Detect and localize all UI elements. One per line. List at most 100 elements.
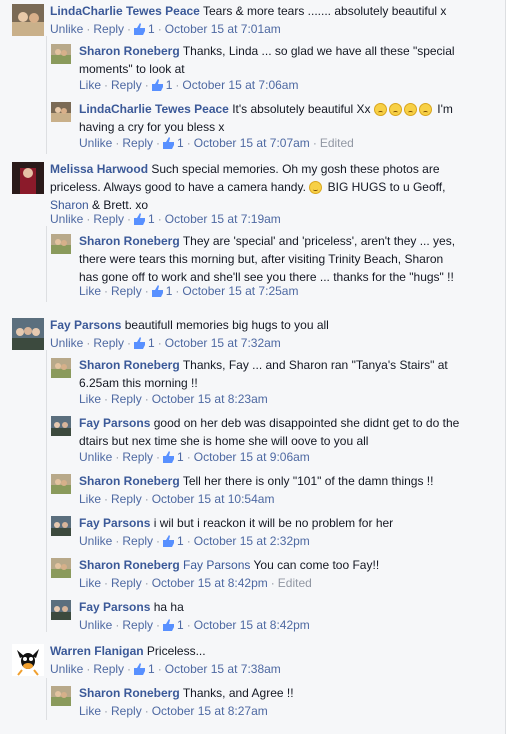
comment-text: good on her deb was disappointed she did… xyxy=(153,416,460,430)
author-name[interactable]: LindaCharlie Tewes Peace xyxy=(79,102,229,116)
avatar[interactable] xyxy=(51,44,71,64)
edited-label[interactable]: Edited xyxy=(320,136,354,150)
avatar[interactable] xyxy=(51,102,71,122)
author-name[interactable]: Fay Parsons xyxy=(79,516,150,530)
author-name[interactable]: Sharon Roneberg xyxy=(79,686,180,700)
comment-text: beautifull memories big hugs to you all xyxy=(124,318,329,332)
like-count[interactable]: 1 xyxy=(163,136,184,150)
author-name[interactable]: Sharon Roneberg xyxy=(79,474,180,488)
like-count[interactable]: 1 xyxy=(151,78,172,92)
unlike-link[interactable]: Unlike xyxy=(79,136,112,150)
like-link[interactable]: Like xyxy=(79,576,101,590)
like-link[interactable]: Like xyxy=(79,492,101,506)
comment-actions: Like · Reply · October 15 at 8:42pm · Edited xyxy=(79,576,312,590)
timestamp[interactable]: October 15 at 7:07am xyxy=(194,136,310,150)
comment-actions: Like · Reply · 1 · October 15 at 7:06am xyxy=(79,78,299,92)
reply-link[interactable]: Reply xyxy=(111,392,142,406)
timestamp[interactable]: October 15 at 7:01am xyxy=(165,22,281,36)
edited-label[interactable]: Edited xyxy=(278,576,312,590)
timestamp[interactable]: October 15 at 8:23am xyxy=(152,392,268,406)
unlike-link[interactable]: Unlike xyxy=(79,534,112,548)
comment-actions: Unlike · Reply · 1 · October 15 at 7:32am xyxy=(50,336,281,350)
reply-link[interactable]: Reply xyxy=(111,284,142,298)
comment-text-line2: dtairs but nex time she is home she will… xyxy=(79,434,369,448)
unlike-link[interactable]: Unlike xyxy=(50,212,83,226)
reply-link[interactable]: Reply xyxy=(122,136,153,150)
author-name[interactable]: Fay Parsons xyxy=(79,600,150,614)
author-name[interactable]: Fay Parsons xyxy=(79,416,150,430)
reply-link[interactable]: Reply xyxy=(111,78,142,92)
avatar[interactable] xyxy=(51,558,71,578)
like-count[interactable]: 1 xyxy=(163,450,184,464)
timestamp[interactable]: October 15 at 8:27am xyxy=(152,704,268,718)
like-count[interactable]: 1 xyxy=(163,618,184,632)
timestamp[interactable]: October 15 at 8:42pm xyxy=(152,576,268,590)
avatar[interactable] xyxy=(12,644,44,676)
reply-link[interactable]: Reply xyxy=(111,576,142,590)
tagged-user-link[interactable]: Sharon xyxy=(50,198,89,212)
thumbs-up-icon xyxy=(134,213,146,225)
avatar[interactable] xyxy=(51,234,71,254)
unlike-link[interactable]: Unlike xyxy=(50,336,83,350)
timestamp[interactable]: October 15 at 7:32am xyxy=(165,336,281,350)
author-name[interactable]: Warren Flanigan xyxy=(50,644,144,658)
comment-text: Thanks, Fay ... and Sharon ran "Tanya's … xyxy=(182,358,448,372)
timestamp[interactable]: October 15 at 8:42pm xyxy=(194,618,310,632)
thumbs-up-icon xyxy=(163,137,175,149)
reply-thread-line xyxy=(46,350,47,632)
reply-link[interactable]: Reply xyxy=(111,704,142,718)
comment-text-line2: moments" to look at xyxy=(79,62,185,76)
timestamp[interactable]: October 15 at 2:32pm xyxy=(194,534,310,548)
reply-thread-line xyxy=(46,226,47,302)
reply-link[interactable]: Reply xyxy=(93,22,124,36)
reply-link[interactable]: Reply xyxy=(93,662,124,676)
like-count[interactable]: 1 xyxy=(134,336,155,350)
reply-link[interactable]: Reply xyxy=(93,212,124,226)
like-link[interactable]: Like xyxy=(79,392,101,406)
author-name[interactable]: LindaCharlie Tewes Peace xyxy=(50,4,200,18)
author-name[interactable]: Melissa Harwood xyxy=(50,162,148,176)
timestamp[interactable]: October 15 at 7:25am xyxy=(182,284,298,298)
author-name[interactable]: Fay Parsons xyxy=(50,318,121,332)
avatar[interactable] xyxy=(12,162,44,194)
avatar[interactable] xyxy=(51,474,71,494)
comment-actions: Unlike · Reply · 1 · October 15 at 7:38am xyxy=(50,662,281,676)
reply-link[interactable]: Reply xyxy=(111,492,142,506)
reply-link[interactable]: Reply xyxy=(122,450,153,464)
avatar[interactable] xyxy=(12,318,44,350)
like-link[interactable]: Like xyxy=(79,704,101,718)
avatar[interactable] xyxy=(12,4,44,36)
like-count[interactable]: 1 xyxy=(134,22,155,36)
like-count[interactable]: 1 xyxy=(134,212,155,226)
avatar[interactable] xyxy=(51,686,71,706)
author-name[interactable]: Sharon Roneberg xyxy=(79,558,180,572)
reply-link[interactable]: Reply xyxy=(122,534,153,548)
author-name[interactable]: Sharon Roneberg xyxy=(79,358,180,372)
timestamp[interactable]: October 15 at 7:19am xyxy=(165,212,281,226)
like-count[interactable]: 1 xyxy=(134,662,155,676)
comment-text: Tears & more tears ....... absolutely be… xyxy=(202,4,447,18)
author-name[interactable]: Sharon Roneberg xyxy=(79,44,180,58)
avatar[interactable] xyxy=(51,600,71,620)
like-count[interactable]: 1 xyxy=(163,534,184,548)
comment-text-line2: having a cry for you bless x xyxy=(79,120,225,134)
unlike-link[interactable]: Unlike xyxy=(79,618,112,632)
reply-link[interactable]: Reply xyxy=(122,618,153,632)
timestamp[interactable]: October 15 at 10:54am xyxy=(152,492,275,506)
timestamp[interactable]: October 15 at 7:06am xyxy=(182,78,298,92)
author-name[interactable]: Sharon Roneberg xyxy=(79,234,180,248)
like-link[interactable]: Like xyxy=(79,78,101,92)
reply-link[interactable]: Reply xyxy=(93,336,124,350)
timestamp[interactable]: October 15 at 7:38am xyxy=(165,662,281,676)
like-count[interactable]: 1 xyxy=(151,284,172,298)
unlike-link[interactable]: Unlike xyxy=(79,450,112,464)
avatar[interactable] xyxy=(51,516,71,536)
tagged-user-link[interactable]: Fay Parsons xyxy=(183,558,250,572)
avatar[interactable] xyxy=(51,416,71,436)
unlike-link[interactable]: Unlike xyxy=(50,22,83,36)
like-link[interactable]: Like xyxy=(79,284,101,298)
comment-text-line2: priceless. Always good to have a camera … xyxy=(50,180,306,194)
unlike-link[interactable]: Unlike xyxy=(50,662,83,676)
timestamp[interactable]: October 15 at 9:06am xyxy=(194,450,310,464)
avatar[interactable] xyxy=(51,358,71,378)
